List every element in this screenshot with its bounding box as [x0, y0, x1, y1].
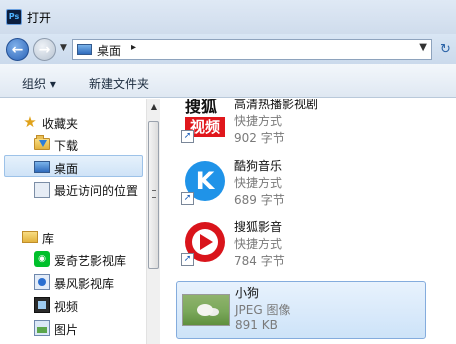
- nav-item-aiqiyi-library[interactable]: ◉ 爱奇艺影视库: [0, 248, 146, 270]
- nav-label: 暴风影视库: [54, 277, 115, 291]
- navigation-pane: ★ 收藏夹 下载 桌面 最近访问的位置 库 ◉ 爱奇艺影视库 暴风影视库 视频 …: [0, 99, 146, 344]
- file-thumbnail: ➚: [181, 220, 227, 266]
- title-bar: Ps 打开: [0, 0, 456, 34]
- file-size: 891 KB: [235, 318, 278, 332]
- file-name: 搜狐影音: [234, 220, 283, 234]
- baofeng-icon: [34, 274, 50, 290]
- arrow-right-icon: →: [38, 41, 51, 58]
- back-button[interactable]: ←: [6, 38, 29, 61]
- recent-locations-dropdown[interactable]: ▼: [60, 43, 67, 53]
- desktop-icon: [77, 44, 92, 55]
- shortcut-arrow-icon: ➚: [181, 130, 194, 143]
- address-row: ← → ▼ 桌面 ▸ ▼ ↻: [0, 34, 456, 64]
- nav-label: 最近访问的位置: [54, 184, 139, 198]
- file-item-puppy[interactable]: 小狗 JPEG 图像 891 KB: [176, 281, 426, 339]
- photoshop-app-icon: Ps: [6, 9, 22, 25]
- shortcut-arrow-icon: ➚: [181, 192, 194, 205]
- file-thumbnail: 搜狐 视频 ➚: [181, 99, 227, 143]
- new-folder-button[interactable]: 新建文件夹: [89, 75, 149, 92]
- nav-item-recent-places[interactable]: 最近访问的位置: [0, 178, 146, 200]
- forward-button[interactable]: →: [33, 38, 56, 61]
- nav-item-videos[interactable]: 视频: [0, 294, 146, 316]
- address-location[interactable]: 桌面: [97, 42, 121, 59]
- file-type: 快捷方式: [234, 237, 283, 251]
- nav-libraries-header[interactable]: 库: [0, 226, 146, 248]
- nav-favorites-header[interactable]: ★ 收藏夹: [0, 111, 146, 133]
- aiqiyi-icon: ◉: [34, 251, 50, 267]
- file-type: 快捷方式: [234, 176, 283, 190]
- command-bar: 组织 ▾ 新建文件夹: [0, 64, 456, 98]
- file-thumbnail: [182, 286, 230, 332]
- shortcut-arrow-icon: ➚: [181, 253, 194, 266]
- navigation-scrollbar[interactable]: ▲: [146, 99, 160, 344]
- arrow-left-icon: ←: [11, 41, 24, 58]
- grip-icon: [152, 190, 156, 198]
- file-size: 902 字节: [234, 131, 285, 145]
- nav-item-pictures[interactable]: 图片: [0, 317, 146, 339]
- file-name: 酷狗音乐: [234, 159, 283, 173]
- star-icon: ★: [23, 113, 37, 131]
- nav-label: 收藏夹: [42, 117, 79, 131]
- breadcrumb-chevron-icon[interactable]: ▸: [131, 42, 136, 53]
- scroll-up-icon[interactable]: ▲: [147, 99, 161, 115]
- address-dropdown-icon[interactable]: ▼: [419, 42, 427, 53]
- file-name: 高清热播影视剧: [234, 99, 319, 111]
- file-thumbnail: K ➚: [181, 159, 227, 205]
- file-item-sohu-player[interactable]: ➚ 搜狐影音 快捷方式 784 字节: [176, 216, 426, 274]
- nav-item-baofeng-library[interactable]: 暴风影视库: [0, 271, 146, 293]
- logo-text-top: 搜狐: [185, 99, 218, 116]
- file-item-sohu-video[interactable]: 搜狐 视频 ➚ 高清热播影视剧 快捷方式 902 字节: [176, 99, 426, 151]
- nav-item-desktop[interactable]: 桌面: [4, 155, 143, 177]
- picture-library-icon: [34, 320, 50, 336]
- file-size: 784 字节: [234, 254, 285, 268]
- video-library-icon: [34, 297, 50, 313]
- file-type: JPEG 图像: [235, 303, 291, 317]
- refresh-icon[interactable]: ↻: [440, 42, 451, 57]
- address-bar[interactable]: 桌面 ▸ ▼: [72, 39, 432, 60]
- nav-label: 库: [42, 232, 55, 246]
- file-type: 快捷方式: [234, 114, 283, 128]
- nav-label: 图片: [54, 323, 79, 337]
- nav-label: 爱奇艺影视库: [54, 254, 127, 268]
- nav-item-downloads[interactable]: 下载: [0, 133, 146, 155]
- window-title: 打开: [27, 11, 52, 25]
- file-name: 小狗: [235, 286, 260, 300]
- file-item-kugou[interactable]: K ➚ 酷狗音乐 快捷方式 689 字节: [176, 155, 426, 213]
- desktop-icon: [34, 161, 50, 173]
- organize-button[interactable]: 组织 ▾: [22, 75, 56, 92]
- recent-places-icon: [34, 182, 50, 198]
- nav-label: 下载: [54, 139, 79, 153]
- puppy-image-icon: [182, 294, 230, 326]
- scrollbar-thumb[interactable]: [148, 121, 159, 269]
- library-icon: [22, 231, 38, 243]
- download-folder-icon: [34, 135, 50, 150]
- nav-label: 桌面: [54, 162, 79, 176]
- file-list: 搜狐 视频 ➚ 高清热播影视剧 快捷方式 902 字节 K ➚ 酷狗音乐 快捷方…: [161, 99, 456, 344]
- nav-label: 视频: [54, 300, 79, 314]
- file-size: 689 字节: [234, 193, 285, 207]
